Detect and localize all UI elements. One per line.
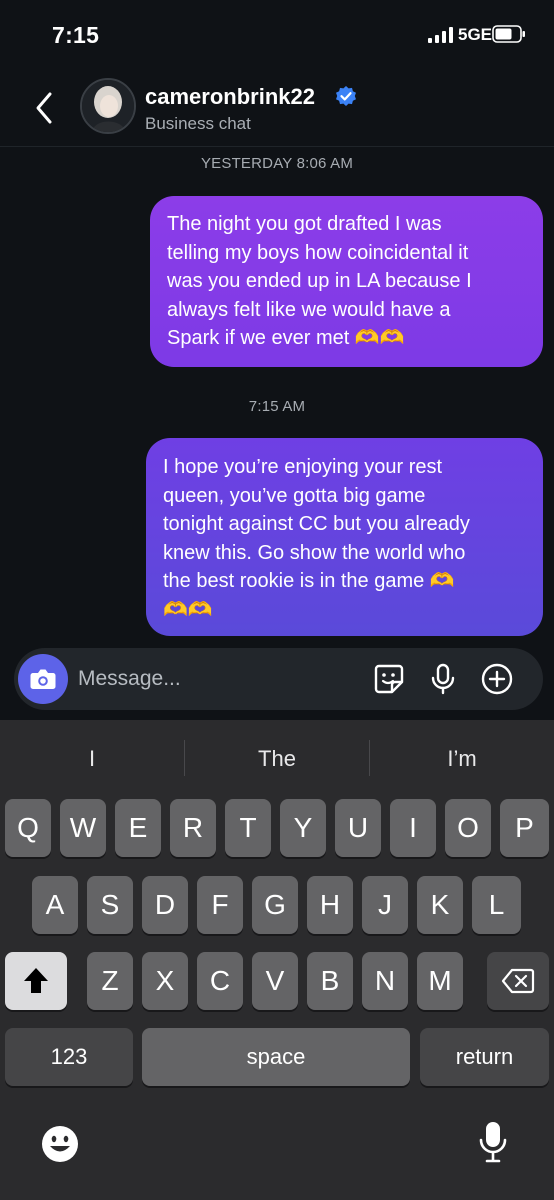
message-input[interactable] — [78, 656, 348, 702]
key-n[interactable]: N — [362, 952, 408, 1010]
message-line: Spark if we ever met 🫶🫶 — [167, 327, 405, 349]
key-x[interactable]: X — [142, 952, 188, 1010]
key-t[interactable]: T — [225, 799, 271, 857]
key-u[interactable]: U — [335, 799, 381, 857]
status-time: 7:15 — [52, 22, 100, 48]
chat-username[interactable]: cameronbrink22 — [145, 84, 315, 110]
key-q[interactable]: Q — [5, 799, 51, 857]
key-f[interactable]: F — [197, 876, 243, 934]
battery-icon — [492, 25, 525, 43]
backspace-key[interactable] — [487, 952, 549, 1010]
message-line: I hope you’re enjoying your rest — [163, 456, 443, 478]
message-timestamp: 7:15 AM — [248, 398, 306, 415]
message-composer — [14, 648, 543, 710]
key-a[interactable]: A — [32, 876, 78, 934]
profile-photo — [82, 80, 134, 132]
message-line: 🫶🫶 — [163, 598, 213, 621]
message-line: tonight against CC but you already — [163, 513, 470, 535]
message-line: queen, you’ve gotta big game — [163, 484, 426, 507]
key-d[interactable]: D — [142, 876, 188, 934]
shift-key[interactable] — [5, 952, 67, 1010]
keyboard: I The I’m Q W E R T Y U I O P A S D F G … — [0, 720, 554, 1200]
key-p[interactable]: P — [500, 799, 549, 857]
suggestion-2[interactable]: The — [185, 720, 369, 796]
camera-icon — [30, 669, 56, 689]
verified-badge-icon — [336, 86, 356, 106]
sent-message-bubble[interactable]: The night you got drafted I was telling … — [150, 196, 543, 367]
key-y[interactable]: Y — [280, 799, 326, 857]
chat-subtitle: Business chat — [145, 114, 251, 133]
space-key[interactable]: space — [142, 1028, 410, 1086]
dictation-icon[interactable] — [476, 1120, 510, 1166]
network-label: 5GE — [458, 25, 493, 44]
message-line: was you ended up in LA because I — [167, 270, 472, 292]
key-j[interactable]: J — [362, 876, 408, 934]
key-r[interactable]: R — [170, 799, 216, 857]
key-l[interactable]: L — [472, 876, 521, 934]
message-line: telling my boys how coincidental it — [167, 241, 469, 264]
key-k[interactable]: K — [417, 876, 463, 934]
camera-button[interactable] — [18, 654, 68, 704]
backspace-icon — [501, 968, 535, 994]
key-o[interactable]: O — [445, 799, 491, 857]
numbers-key[interactable]: 123 — [5, 1028, 133, 1086]
key-e[interactable]: E — [115, 799, 161, 857]
key-s[interactable]: S — [87, 876, 133, 934]
message-line: knew this. Go show the world who — [163, 541, 466, 564]
suggestion-1[interactable]: I — [0, 720, 184, 796]
key-w[interactable]: W — [60, 799, 106, 857]
back-icon[interactable] — [28, 86, 62, 130]
sent-message-bubble[interactable]: I hope you’re enjoying your rest queen, … — [146, 438, 543, 636]
sticker-icon[interactable] — [372, 662, 406, 696]
key-i[interactable]: I — [390, 799, 436, 857]
microphone-icon[interactable] — [426, 662, 460, 696]
key-c[interactable]: C — [197, 952, 243, 1010]
signal-icon — [428, 27, 453, 43]
status-bar: 7:15 5GE — [0, 0, 554, 70]
key-h[interactable]: H — [307, 876, 353, 934]
avatar[interactable] — [80, 78, 136, 134]
message-timestamp: YESTERDAY 8:06 AM — [200, 155, 354, 172]
add-icon[interactable] — [480, 662, 514, 696]
message-line: the best rookie is in the game 🫶 — [163, 570, 455, 592]
key-z[interactable]: Z — [87, 952, 133, 1010]
chat-header: cameronbrink22 Business chat — [0, 70, 554, 147]
message-line: always felt like we would have a — [167, 298, 451, 321]
shift-icon — [24, 968, 48, 993]
key-g[interactable]: G — [252, 876, 298, 934]
suggestion-3[interactable]: I’m — [370, 720, 554, 796]
key-m[interactable]: M — [417, 952, 463, 1010]
emoji-icon[interactable] — [40, 1124, 80, 1164]
key-v[interactable]: V — [252, 952, 298, 1010]
key-b[interactable]: B — [307, 952, 353, 1010]
message-line: The night you got drafted I was — [167, 213, 442, 235]
return-key[interactable]: return — [420, 1028, 549, 1086]
